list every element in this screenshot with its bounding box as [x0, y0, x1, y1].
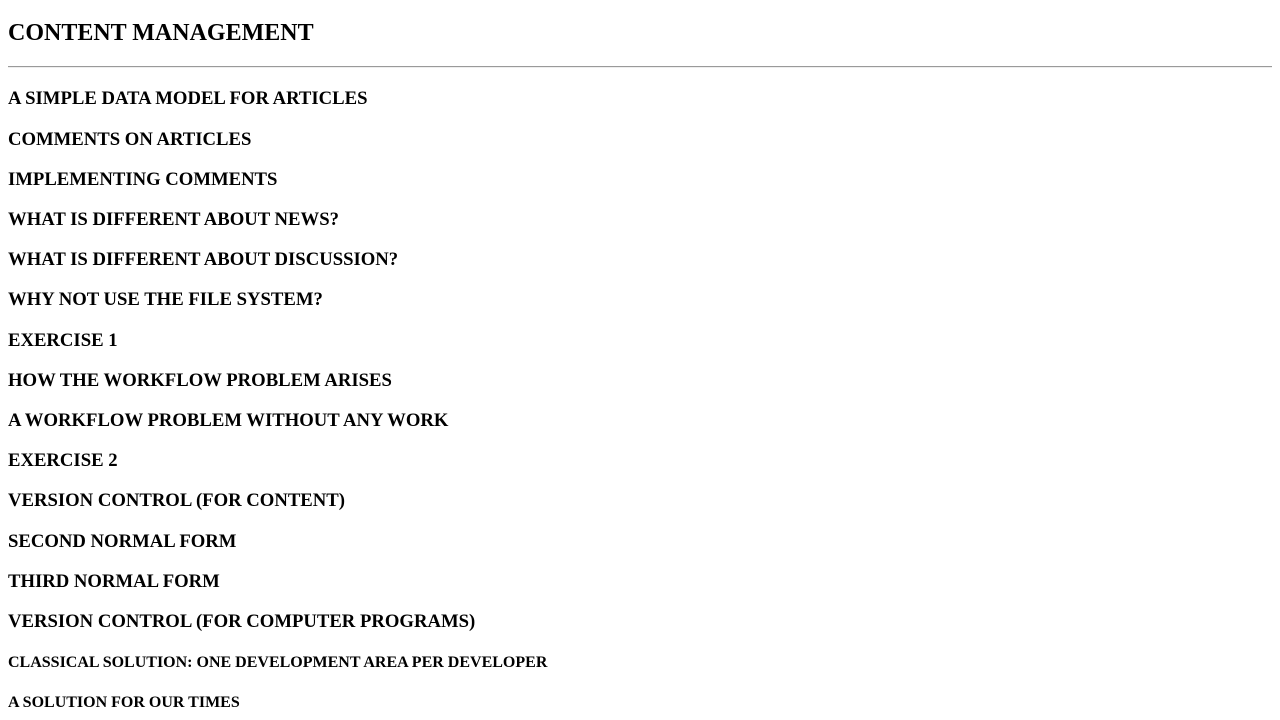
- subsection-heading: CLASSICAL SOLUTION: ONE DEVELOPMENT AREA…: [8, 654, 548, 671]
- section-heading: EXERCISE 1: [8, 330, 118, 351]
- section-heading: THIRD NORMAL FORM: [8, 571, 220, 592]
- section-heading: HOW THE WORKFLOW PROBLEM ARISES: [8, 370, 392, 391]
- page-title: CONTENT MANAGEMENT: [8, 20, 314, 46]
- section-heading: EXERCISE 2: [8, 450, 118, 471]
- section-heading: COMMENTS ON ARTICLES: [8, 129, 252, 150]
- subsection-heading: A SOLUTION FOR OUR TIMES: [8, 694, 240, 711]
- section-heading: SECOND NORMAL FORM: [8, 531, 237, 552]
- section-heading: A SIMPLE DATA MODEL FOR ARTICLES: [8, 88, 368, 109]
- section-heading: VERSION CONTROL (FOR CONTENT): [8, 490, 345, 511]
- section-heading: WHAT IS DIFFERENT ABOUT DISCUSSION?: [8, 249, 399, 270]
- section-heading: VERSION CONTROL (FOR COMPUTER PROGRAMS): [8, 611, 476, 632]
- divider: [8, 66, 1272, 68]
- section-heading: IMPLEMENTING COMMENTS: [8, 169, 278, 190]
- section-heading: WHY NOT USE THE FILE SYSTEM?: [8, 289, 323, 310]
- section-heading: WHAT IS DIFFERENT ABOUT NEWS?: [8, 209, 339, 230]
- section-heading: A WORKFLOW PROBLEM WITHOUT ANY WORK: [8, 410, 449, 431]
